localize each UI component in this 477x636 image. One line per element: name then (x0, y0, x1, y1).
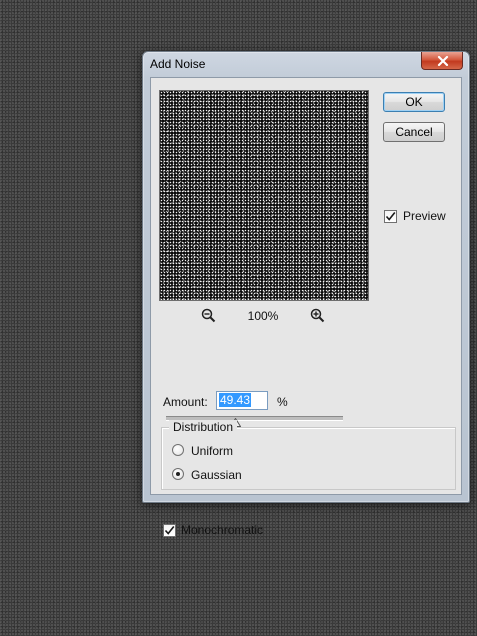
zoom-controls: 100% (159, 307, 367, 325)
title-bar[interactable]: Add Noise (143, 52, 469, 76)
uniform-label: Uniform (191, 444, 234, 458)
amount-value: 49.43 (219, 393, 252, 407)
close-button[interactable] (421, 52, 463, 70)
ok-button[interactable]: OK (383, 92, 445, 112)
checkmark-icon (164, 526, 175, 535)
close-icon (437, 56, 449, 66)
zoom-in-icon[interactable] (310, 308, 325, 323)
dialog-body: 100% OK Cancel Preview Amount: 49.43 % D (150, 77, 462, 537)
zoom-out-icon[interactable] (201, 308, 216, 323)
dialog-title: Add Noise (150, 57, 206, 71)
monochromatic-label: Monochromatic (181, 523, 264, 537)
preview-label: Preview (403, 209, 446, 223)
checkmark-icon (385, 212, 396, 221)
zoom-level: 100% (247, 309, 279, 323)
uniform-radio[interactable] (172, 444, 184, 456)
gaussian-label: Gaussian (191, 468, 242, 482)
radio-selected-dot (176, 472, 180, 476)
preview-checkbox[interactable] (384, 210, 397, 223)
amount-input[interactable]: 49.43 (216, 391, 268, 410)
distribution-title: Distribution (169, 420, 238, 434)
add-noise-dialog: Add Noise 100% OK Cancel Preview Amount:… (142, 51, 470, 537)
cancel-button[interactable]: Cancel (383, 122, 445, 142)
amount-unit: % (277, 395, 288, 409)
amount-label: Amount: (163, 395, 208, 409)
monochromatic-checkbox[interactable] (163, 524, 176, 537)
preview-image[interactable] (159, 90, 369, 301)
gaussian-radio[interactable] (172, 468, 184, 480)
